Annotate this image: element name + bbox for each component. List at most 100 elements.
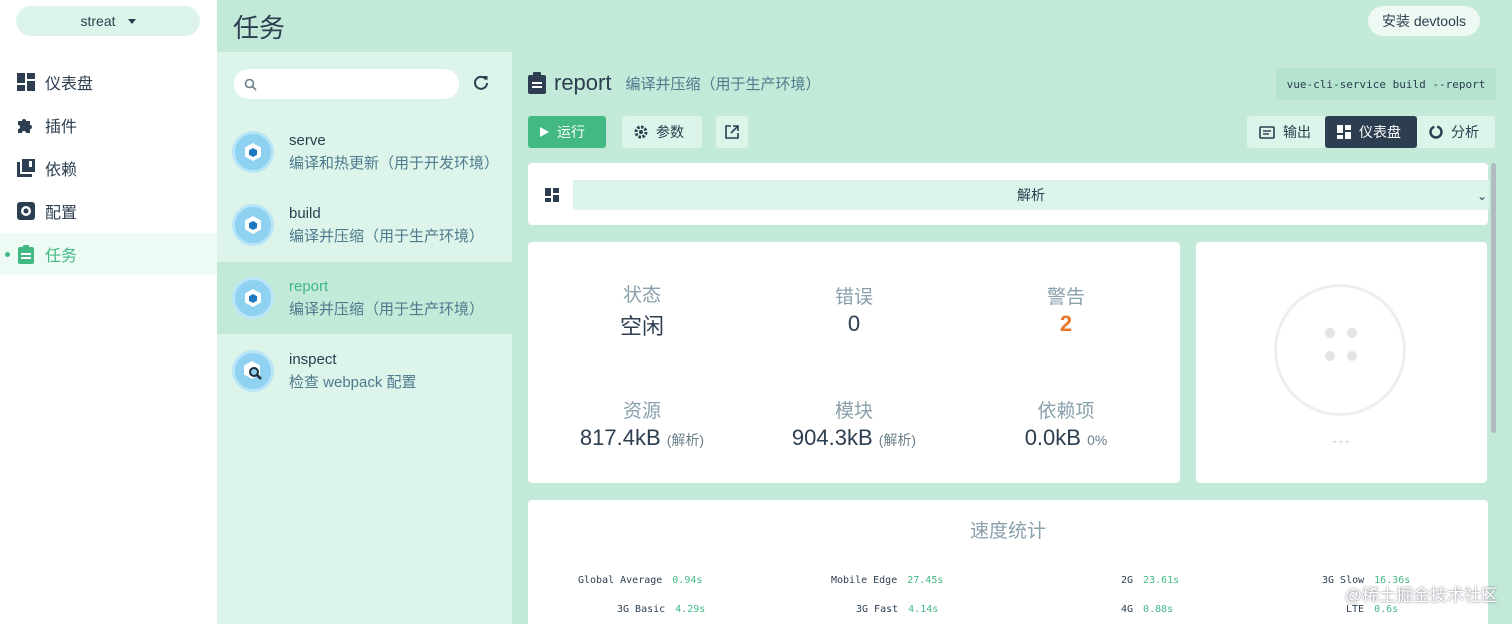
build-stats-card: 状态 空闲 错误 0 警告 2 资源 817.4kB (解析) 模块 904.3… xyxy=(528,242,1180,483)
refresh-icon[interactable] xyxy=(472,74,490,92)
task-description: 编译和热更新（用于开发环境） xyxy=(289,154,499,172)
stat-label: 依赖项 xyxy=(1037,401,1095,422)
search-icon xyxy=(244,78,257,91)
nav-item-plugins[interactable]: 插件 xyxy=(0,104,217,146)
placeholder-dot xyxy=(1347,351,1357,361)
task-name: report xyxy=(289,277,329,295)
stat-dependencies: 依赖项 0.0kB 0% xyxy=(966,396,1166,451)
dashboard-icon xyxy=(545,188,559,202)
donut-chart-icon xyxy=(1429,125,1443,139)
project-selector[interactable]: streat xyxy=(16,6,200,36)
parse-mode-value: 解析 xyxy=(1017,187,1045,203)
settings-icon xyxy=(16,201,36,221)
stat-label: 状态 xyxy=(622,285,661,306)
caret-down-icon xyxy=(127,18,136,24)
webpack-icon xyxy=(232,277,274,319)
speed-value: 0.88s xyxy=(1143,604,1174,615)
task-subtitle: 编译并压缩（用于生产环境） xyxy=(625,75,821,93)
nav-item-config[interactable]: 配置 xyxy=(0,190,217,232)
task-item-build[interactable]: build 编译并压缩（用于生产环境） xyxy=(217,189,512,261)
speed-label: 2G xyxy=(1121,575,1134,586)
task-item-report[interactable]: report 编译并压缩（用于生产环境） xyxy=(217,262,512,334)
placeholder-dot xyxy=(1347,328,1357,338)
task-title: report xyxy=(554,70,612,95)
speed-label: Mobile Edge xyxy=(831,575,898,586)
dashboard-icon xyxy=(16,72,36,92)
stat-modules: 模块 904.3kB (解析) xyxy=(754,396,954,451)
speed-value: 23.61s xyxy=(1143,575,1180,586)
tab-output[interactable]: 输出 xyxy=(1247,116,1325,148)
speed-row: 3G Fast 4.14s xyxy=(856,604,938,615)
speed-label: 3G Fast xyxy=(856,604,899,615)
dashboard-label: 仪表盘 xyxy=(1359,124,1401,140)
page-title: 任务 xyxy=(233,13,286,43)
stat-label: 警告 xyxy=(1046,287,1085,308)
run-label: 运行 xyxy=(557,124,585,140)
left-nav: streat 仪表盘 插件 依赖 配置 任务 xyxy=(0,0,217,624)
speed-value: 4.14s xyxy=(908,604,939,615)
analyze-label: 分析 xyxy=(1451,124,1479,140)
params-label: 参数 xyxy=(656,124,684,140)
speed-row: 2G 23.61s xyxy=(1121,575,1179,586)
task-description: 检查 webpack 配置 xyxy=(289,373,417,391)
terminal-icon xyxy=(1259,125,1275,139)
search-input[interactable] xyxy=(265,76,455,92)
speed-row: 4G 0.88s xyxy=(1121,604,1173,615)
open-external-icon xyxy=(725,125,739,139)
task-name: inspect xyxy=(289,350,337,368)
asset-donut-card: ··· xyxy=(1196,242,1487,483)
nav-item-label: 仪表盘 xyxy=(45,76,94,93)
stat-value: 817.4kB xyxy=(579,425,661,450)
nav-item-label: 配置 xyxy=(45,205,78,222)
webpack-icon xyxy=(232,131,274,173)
command-display: vue-cli-service build --report xyxy=(1276,68,1496,100)
speed-value: 27.45s xyxy=(907,575,944,586)
task-list-panel: serve 编译和热更新（用于开发环境） build 编译并压缩（用于生产环境）… xyxy=(217,52,512,624)
task-item-inspect[interactable]: inspect 检查 webpack 配置 xyxy=(217,335,512,407)
nav-item-label: 插件 xyxy=(45,119,78,136)
stat-status: 状态 空闲 xyxy=(542,280,742,341)
stat-assets: 资源 817.4kB (解析) xyxy=(542,396,742,451)
speed-label: 3G Basic xyxy=(617,604,666,615)
stat-errors: 错误 0 xyxy=(754,282,954,337)
nav-item-tasks[interactable]: 任务 xyxy=(0,233,217,275)
task-item-serve[interactable]: serve 编译和热更新（用于开发环境） xyxy=(217,116,512,188)
parse-mode-select[interactable]: 解析 ⌄ xyxy=(573,180,1489,210)
tab-analyze[interactable]: 分析 xyxy=(1417,116,1495,148)
stat-label: 错误 xyxy=(834,287,873,308)
play-icon xyxy=(540,127,549,137)
puzzle-icon xyxy=(16,115,36,135)
speed-stats-title: 速度统计 xyxy=(969,521,1046,542)
nav-item-dashboard[interactable]: 仪表盘 xyxy=(0,61,217,103)
search-box[interactable] xyxy=(234,69,459,99)
clipboard-icon xyxy=(528,72,546,94)
dashboard-icon xyxy=(1337,125,1351,139)
stat-value: 2 xyxy=(1059,311,1073,336)
run-button[interactable]: 运行 xyxy=(528,116,606,148)
nav-item-label: 任务 xyxy=(45,248,78,265)
speed-row: 3G Basic 4.29s xyxy=(617,604,705,615)
top-header: 任务 安装 devtools xyxy=(217,0,1512,52)
stat-value: 空闲 xyxy=(619,314,664,339)
chevron-down-icon: ⌄ xyxy=(1476,189,1487,203)
install-devtools-button[interactable]: 安装 devtools xyxy=(1367,6,1480,36)
empty-donut-chart xyxy=(1274,284,1406,416)
parse-selector-card: 解析 ⌄ xyxy=(528,163,1489,225)
watermark: @稀土掘金技术社区 xyxy=(1344,586,1498,605)
task-detail-panel: report 编译并压缩（用于生产环境） vue-cli-service bui… xyxy=(512,52,1512,624)
task-header: report 编译并压缩（用于生产环境） xyxy=(528,70,821,96)
tab-dashboard[interactable]: 仪表盘 xyxy=(1325,116,1417,148)
task-description: 编译并压缩（用于生产环境） xyxy=(289,227,485,245)
params-button[interactable]: 参数 xyxy=(622,116,702,148)
clipboard-icon xyxy=(16,244,36,264)
nav-item-dependencies[interactable]: 依赖 xyxy=(0,147,217,189)
speed-row: Mobile Edge 27.45s xyxy=(831,575,943,586)
gear-icon xyxy=(634,125,648,139)
scrollbar-thumb[interactable] xyxy=(1491,163,1496,433)
stat-warnings: 警告 2 xyxy=(966,282,1166,337)
speed-label: 4G xyxy=(1121,604,1134,615)
stat-value: 0.0kB xyxy=(1024,425,1081,450)
placeholder-dot xyxy=(1325,328,1335,338)
open-external-button[interactable] xyxy=(716,116,748,148)
speed-value: 0.94s xyxy=(672,575,703,586)
